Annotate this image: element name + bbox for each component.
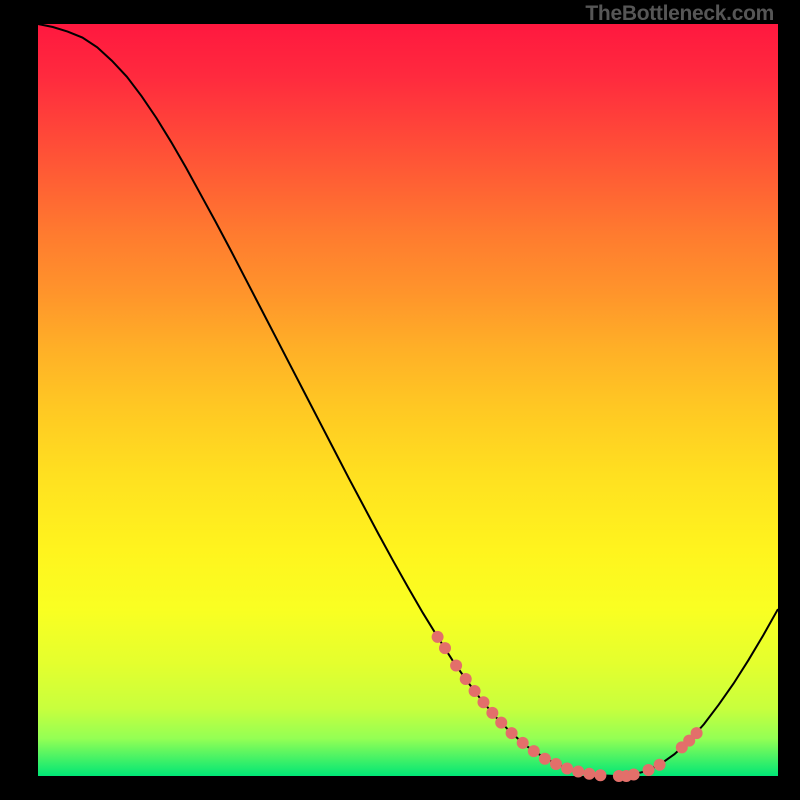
data-point [495,717,507,729]
chart-svg [0,0,800,800]
data-point [528,745,540,757]
data-point [691,727,703,739]
data-point [643,764,655,776]
data-point [432,631,444,643]
data-point [572,765,584,777]
data-point [539,753,551,765]
data-point [469,685,481,697]
data-point [654,759,666,771]
data-point [460,673,472,685]
data-point [517,737,529,749]
data-point [486,707,498,719]
data-point [594,769,606,781]
chart-container: TheBottleneck.com [0,0,800,800]
data-point [550,758,562,770]
data-point [439,642,451,654]
data-point [506,727,518,739]
scatter-points [432,631,703,782]
data-point [561,762,573,774]
curve-layer [38,24,778,776]
data-point [450,659,462,671]
data-point [477,696,489,708]
data-point [583,768,595,780]
bottleneck-curve [38,24,778,776]
data-point [628,769,640,781]
